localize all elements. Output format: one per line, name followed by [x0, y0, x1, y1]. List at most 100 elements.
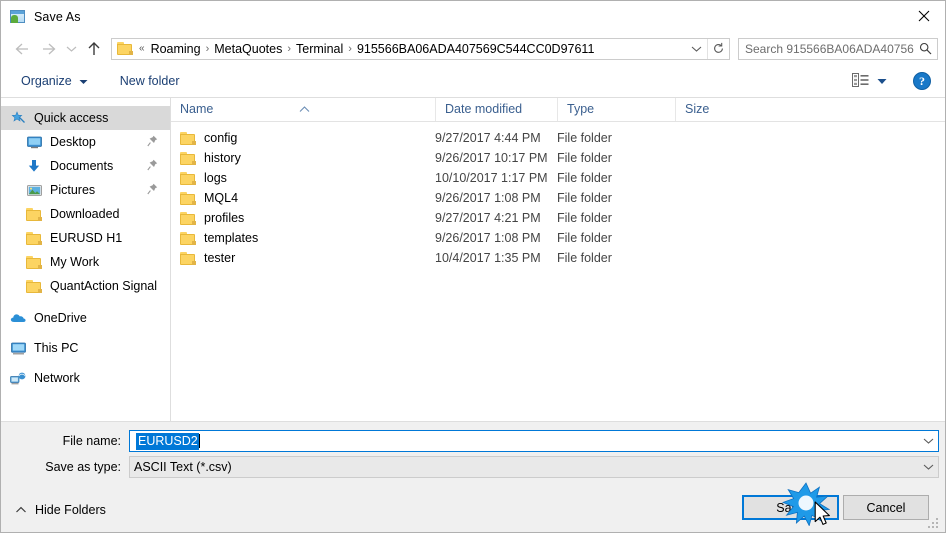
back-button[interactable]: [9, 37, 35, 61]
arrow-up-icon: [88, 41, 100, 55]
table-row[interactable]: history 9/26/2017 10:17 PM File folder: [171, 148, 945, 168]
chevron-down-icon: [691, 46, 701, 52]
recent-locations-button[interactable]: [61, 37, 81, 61]
column-header-date-label: Date modified: [445, 102, 523, 116]
breadcrumb-item-instance[interactable]: 915566BA06ADA407569C544CC0D97611: [353, 39, 598, 59]
pin-icon[interactable]: [147, 183, 158, 198]
table-row[interactable]: tester 10/4/2017 1:35 PM File folder: [171, 248, 945, 268]
file-name-label: profiles: [204, 211, 245, 225]
save-button-label: Save: [776, 500, 805, 515]
title-bar: Save As: [1, 1, 945, 32]
breadcrumb-item-terminal[interactable]: Terminal: [292, 39, 347, 59]
star-pin-icon: [9, 110, 27, 126]
sidebar-item-label: Network: [34, 371, 80, 385]
column-header-date-modified[interactable]: Date modified: [435, 98, 557, 121]
breadcrumb-overflow[interactable]: «: [137, 43, 147, 54]
sort-ascending-icon: [299, 98, 310, 121]
change-view-button[interactable]: [848, 69, 891, 93]
this-pc-icon: [9, 340, 27, 356]
cancel-button[interactable]: Cancel: [843, 495, 929, 520]
folder-icon: [180, 251, 196, 265]
help-icon: ?: [919, 73, 925, 88]
column-header-size-label: Size: [685, 102, 710, 116]
file-name-label: templates: [204, 231, 259, 245]
onedrive-icon: [9, 310, 27, 326]
sidebar-item-desktop[interactable]: Desktop: [1, 130, 170, 154]
folder-icon: [180, 171, 196, 185]
folder-icon: [180, 131, 196, 145]
close-button[interactable]: [901, 1, 945, 31]
file-name-cell: config: [171, 131, 435, 145]
sidebar-item-pictures[interactable]: Pictures: [1, 178, 170, 202]
sidebar-item-downloaded[interactable]: Downloaded: [1, 202, 170, 226]
sidebar-item-quick-access[interactable]: Quick access: [1, 106, 170, 130]
folder-icon: [25, 230, 43, 246]
organize-label: Organize: [21, 74, 72, 88]
file-type-cell: File folder: [557, 151, 612, 165]
network-icon: [9, 370, 27, 386]
table-row[interactable]: MQL4 9/26/2017 1:08 PM File folder: [171, 188, 945, 208]
address-bar[interactable]: « Roaming › MetaQuotes › Terminal › 9155…: [111, 37, 730, 60]
resize-grip[interactable]: [928, 516, 941, 529]
table-row[interactable]: profiles 9/27/2017 4:21 PM File folder: [171, 208, 945, 228]
help-button[interactable]: ?: [913, 72, 931, 90]
sidebar-item-onedrive[interactable]: OneDrive: [1, 306, 170, 330]
search-box[interactable]: Search 915566BA06ADA40756...: [738, 37, 938, 60]
save-as-type-row: Save as type: ASCII Text (*.csv): [1, 455, 945, 479]
chevron-down-icon: [66, 46, 76, 52]
save-as-type-select[interactable]: ASCII Text (*.csv): [129, 456, 939, 478]
sidebar-item-documents[interactable]: Documents: [1, 154, 170, 178]
cancel-button-label: Cancel: [866, 500, 906, 515]
pin-icon[interactable]: [147, 135, 158, 150]
breadcrumb-item-metaquotes[interactable]: MetaQuotes: [210, 39, 286, 59]
file-date-cell: 9/26/2017 1:08 PM: [435, 191, 541, 205]
file-name-dropdown-button[interactable]: [918, 437, 938, 445]
column-header-type[interactable]: Type: [557, 98, 675, 121]
file-name-cell: MQL4: [171, 191, 435, 205]
file-name-cell: history: [171, 151, 435, 165]
documents-download-icon: [25, 158, 43, 174]
refresh-icon: [714, 42, 723, 53]
breadcrumb-item-roaming[interactable]: Roaming: [147, 39, 205, 59]
window-title: Save As: [34, 9, 81, 24]
column-header-name-label: Name: [180, 102, 214, 116]
file-name-input[interactable]: EURUSD2: [129, 430, 939, 452]
folder-icon: [180, 151, 196, 165]
sidebar-item-this-pc[interactable]: This PC: [1, 336, 170, 360]
file-name-cell: templates: [171, 231, 435, 245]
new-folder-label: New folder: [119, 74, 180, 88]
up-button[interactable]: [81, 37, 107, 61]
search-input[interactable]: Search 915566BA06ADA40756...: [739, 42, 914, 56]
forward-button[interactable]: [35, 37, 61, 61]
sidebar-item-label: Desktop: [50, 135, 96, 149]
command-bar-right: ?: [848, 69, 945, 93]
save-as-type-dropdown-button[interactable]: [918, 463, 938, 471]
folder-icon: [25, 254, 43, 270]
save-as-dialog: Save As « Roaming › MetaQuotes › Termina…: [0, 0, 946, 533]
sidebar-item-eurusd-h1[interactable]: EURUSD H1: [1, 226, 170, 250]
column-header-size[interactable]: Size: [675, 98, 755, 121]
table-row[interactable]: templates 9/26/2017 1:08 PM File folder: [171, 228, 945, 248]
navigation-sidebar: Quick access Desktop Documents Pictures …: [1, 98, 171, 421]
pin-icon[interactable]: [147, 159, 158, 174]
file-rows: config 9/27/2017 4:44 PM File folder his…: [171, 122, 945, 268]
table-row[interactable]: logs 10/10/2017 1:17 PM File folder: [171, 168, 945, 188]
sidebar-item-quantaction-signal[interactable]: QuantAction Signal: [1, 274, 170, 298]
sidebar-item-label: My Work: [50, 255, 100, 269]
table-row[interactable]: config 9/27/2017 4:44 PM File folder: [171, 128, 945, 148]
sidebar-item-network[interactable]: Network: [1, 366, 170, 390]
file-date-cell: 9/26/2017 1:08 PM: [435, 231, 541, 245]
folder-icon: [180, 231, 196, 245]
refresh-button[interactable]: [707, 38, 729, 59]
search-icon[interactable]: [914, 42, 937, 55]
hide-folders-button[interactable]: Hide Folders: [15, 500, 106, 520]
file-type-cell: File folder: [557, 191, 612, 205]
new-folder-button[interactable]: New folder: [112, 69, 188, 93]
save-button[interactable]: Save: [742, 495, 839, 520]
column-header-name[interactable]: Name: [171, 98, 435, 121]
file-name-label: history: [204, 151, 241, 165]
sidebar-item-my-work[interactable]: My Work: [1, 250, 170, 274]
organize-button[interactable]: Organize: [13, 69, 96, 93]
folder-icon: [25, 206, 43, 222]
address-dropdown-button[interactable]: [685, 39, 707, 59]
